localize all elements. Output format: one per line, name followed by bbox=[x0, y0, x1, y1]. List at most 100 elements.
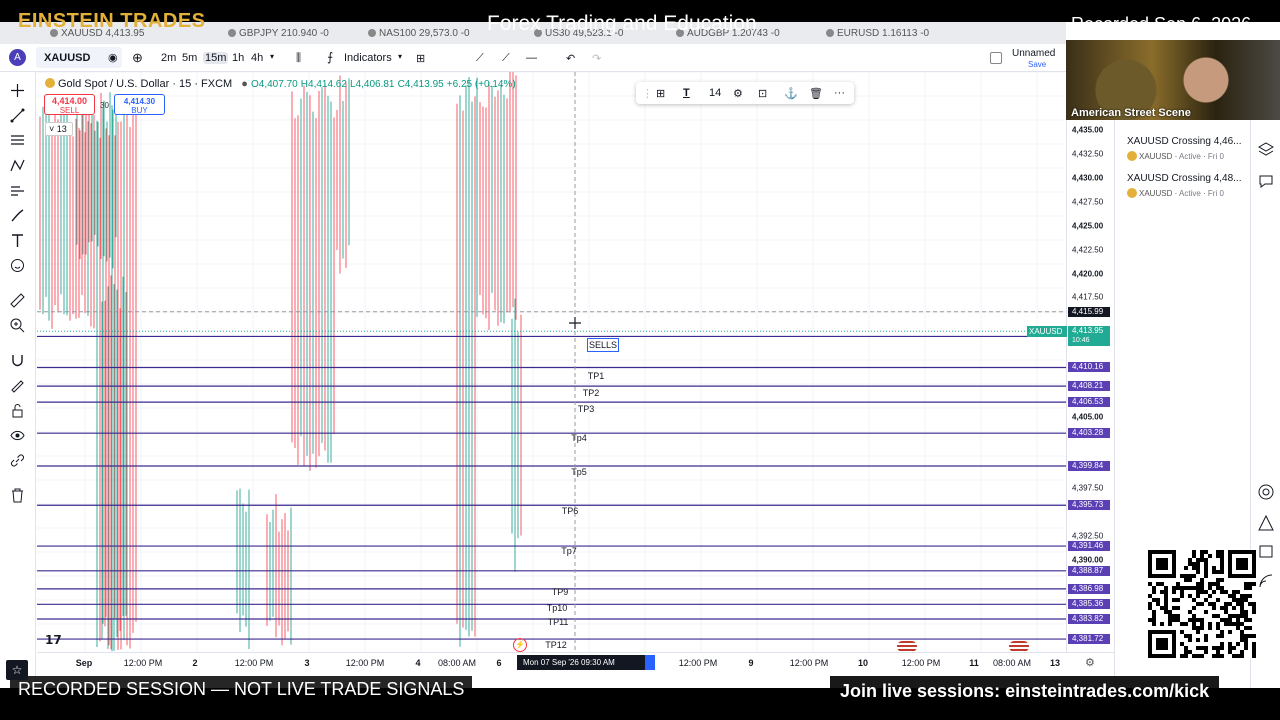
tp-label[interactable]: TP9 bbox=[552, 587, 569, 597]
qr-module bbox=[1204, 566, 1208, 570]
time-axis-label: 13 bbox=[1049, 658, 1061, 668]
qr-module bbox=[1244, 642, 1248, 646]
buy-button[interactable]: 4,414.30 BUY bbox=[114, 94, 165, 115]
qr-module bbox=[1216, 634, 1220, 638]
stream-icon[interactable] bbox=[1257, 572, 1275, 590]
tab-nas100[interactable]: NAS100 29,573.0 -0 bbox=[368, 28, 470, 39]
qr-module bbox=[1252, 646, 1256, 650]
favorites-star-icon[interactable]: ☆ bbox=[6, 660, 28, 680]
qr-module bbox=[1196, 558, 1200, 562]
trend-line-tool-icon[interactable] bbox=[9, 107, 26, 124]
link-icon[interactable] bbox=[9, 452, 26, 469]
qr-module bbox=[1172, 606, 1176, 610]
tp-label[interactable]: TP6 bbox=[562, 506, 579, 516]
user-avatar[interactable]: A bbox=[9, 49, 26, 66]
chart-canvas[interactable] bbox=[37, 72, 1066, 652]
ideas-icon[interactable] bbox=[1257, 514, 1275, 532]
ruler-icon[interactable] bbox=[9, 292, 26, 309]
tp-label[interactable]: Tp5 bbox=[571, 467, 587, 477]
tp-label[interactable]: Tp4 bbox=[571, 433, 587, 443]
anchor-icon[interactable]: ⚓ bbox=[784, 87, 798, 100]
lock-icon[interactable] bbox=[9, 402, 26, 419]
undo-icon[interactable]: ↶ bbox=[566, 52, 575, 65]
text-tool-icon[interactable] bbox=[9, 232, 26, 249]
calendar-icon[interactable] bbox=[1257, 542, 1275, 560]
alert-item[interactable]: XAUUSD Crossing 4,46... XAUUSD · Active … bbox=[1127, 136, 1242, 161]
tab-gbpjpy[interactable]: GBPJPY 210.940 -0 bbox=[228, 28, 329, 39]
alert-item[interactable]: XAUUSD Crossing 4,48... XAUUSD · Active … bbox=[1127, 173, 1242, 198]
event-marker-icon[interactable]: ⚡ bbox=[513, 638, 527, 652]
tp-label[interactable]: TP12 bbox=[545, 640, 567, 650]
lock-icon[interactable]: ⊡ bbox=[758, 87, 767, 100]
drag-handle-icon[interactable]: ⋮ bbox=[642, 87, 653, 100]
redo-icon[interactable]: ↷ bbox=[592, 52, 601, 65]
brand-title: EINSTEIN TRADES bbox=[18, 10, 206, 32]
magnet-icon[interactable] bbox=[9, 352, 26, 369]
us-flag-icon[interactable] bbox=[897, 641, 917, 652]
horizontal-line-icon[interactable]: — bbox=[526, 52, 537, 64]
time-scale[interactable]: ⚡ Mon 07 Sep '26 09:30 AM ⚙ Sep 12:00 PM 2… bbox=[37, 638, 1114, 672]
layout-icon[interactable]: ⊞ bbox=[416, 52, 425, 65]
sell-button[interactable]: 4,414.00 SELL bbox=[44, 94, 95, 115]
add-symbol-icon[interactable]: ⊕ bbox=[132, 50, 143, 66]
qr-module bbox=[1204, 638, 1208, 642]
trend-line-icon[interactable]: ⟋ bbox=[502, 52, 510, 65]
tp-label[interactable]: TP2 bbox=[583, 388, 600, 398]
qr-finder bbox=[1236, 558, 1248, 570]
chevron-down-icon[interactable]: ▾ bbox=[398, 52, 402, 61]
indicators-button[interactable]: Indicators bbox=[344, 52, 392, 64]
text-color-icon[interactable]: T bbox=[683, 87, 690, 99]
font-size-value[interactable]: 14 bbox=[709, 87, 721, 99]
price-chart[interactable] bbox=[37, 72, 1066, 652]
qr-module bbox=[1240, 598, 1244, 602]
hide-drawings-icon[interactable] bbox=[9, 427, 26, 444]
price-scale[interactable]: 4,435.00 4,432.50 4,430.00 4,427.50 4,425.00… bbox=[1066, 72, 1114, 652]
qr-module bbox=[1176, 618, 1180, 622]
indicators-collapse[interactable]: ˅ 13 bbox=[45, 122, 73, 136]
fib-tool-icon[interactable] bbox=[9, 132, 26, 149]
trash-icon[interactable] bbox=[9, 487, 26, 504]
timeframe-15m[interactable]: 15m bbox=[203, 52, 229, 64]
layers-icon[interactable] bbox=[1257, 140, 1275, 158]
chevron-down-icon[interactable]: ▾ bbox=[270, 52, 274, 61]
forecast-tool-icon[interactable] bbox=[9, 182, 26, 199]
pattern-tool-icon[interactable] bbox=[9, 157, 26, 174]
timeframe-5m[interactable]: 5m bbox=[182, 52, 197, 64]
tp-label[interactable]: Tp10 bbox=[547, 603, 568, 613]
qr-module bbox=[1216, 626, 1220, 630]
qr-module bbox=[1204, 634, 1208, 638]
eye-icon[interactable]: ◉ bbox=[108, 51, 118, 64]
tp-label[interactable]: Tp7 bbox=[561, 546, 577, 556]
timeframe-4h[interactable]: 4h bbox=[251, 52, 263, 64]
settings-icon[interactable]: ⚙ bbox=[1085, 656, 1095, 669]
price-axis-label: 4,392.50 bbox=[1072, 531, 1104, 541]
more-icon[interactable]: ··· bbox=[834, 87, 845, 99]
timeframe-2m[interactable]: 2m bbox=[161, 52, 176, 64]
candles-icon[interactable]: ⫼ bbox=[296, 52, 301, 65]
timeframe-1h[interactable]: 1h bbox=[232, 52, 244, 64]
tab-eurusd[interactable]: EURUSD 1.16113 -0 bbox=[826, 28, 929, 39]
chat-icon[interactable] bbox=[1257, 172, 1275, 190]
settings-icon[interactable]: ⚙ bbox=[733, 87, 743, 100]
tp-label[interactable]: TP1 bbox=[588, 371, 605, 381]
lock-drawings-icon[interactable] bbox=[9, 377, 26, 394]
sells-text-drawing[interactable]: SELLS bbox=[587, 338, 619, 352]
brush-tool-icon[interactable] bbox=[9, 207, 26, 224]
delete-icon[interactable]: 🗑 bbox=[809, 87, 823, 100]
template-icon[interactable]: ⊞ bbox=[656, 87, 665, 100]
tp-label[interactable]: TP11 bbox=[548, 617, 569, 627]
tp-label[interactable]: TP3 bbox=[578, 404, 595, 414]
qr-module bbox=[1200, 554, 1204, 558]
target-icon[interactable] bbox=[1257, 483, 1275, 501]
join-sessions-banner: Join live sessions: einsteintrades.com/k… bbox=[830, 676, 1220, 706]
us-flag-icon[interactable] bbox=[1009, 641, 1029, 652]
layout-checkbox[interactable] bbox=[990, 52, 1002, 64]
zoom-in-icon[interactable] bbox=[9, 317, 26, 334]
crosshair-icon[interactable] bbox=[9, 82, 26, 99]
qr-module bbox=[1216, 650, 1220, 654]
line-tool-icon[interactable]: ⟋ bbox=[476, 52, 484, 65]
layout-name[interactable]: Unnamed Save bbox=[1012, 48, 1055, 70]
emoji-tool-icon[interactable] bbox=[9, 257, 26, 274]
qr-module bbox=[1228, 642, 1232, 646]
price-axis-label: 4,405.00 bbox=[1072, 412, 1104, 422]
